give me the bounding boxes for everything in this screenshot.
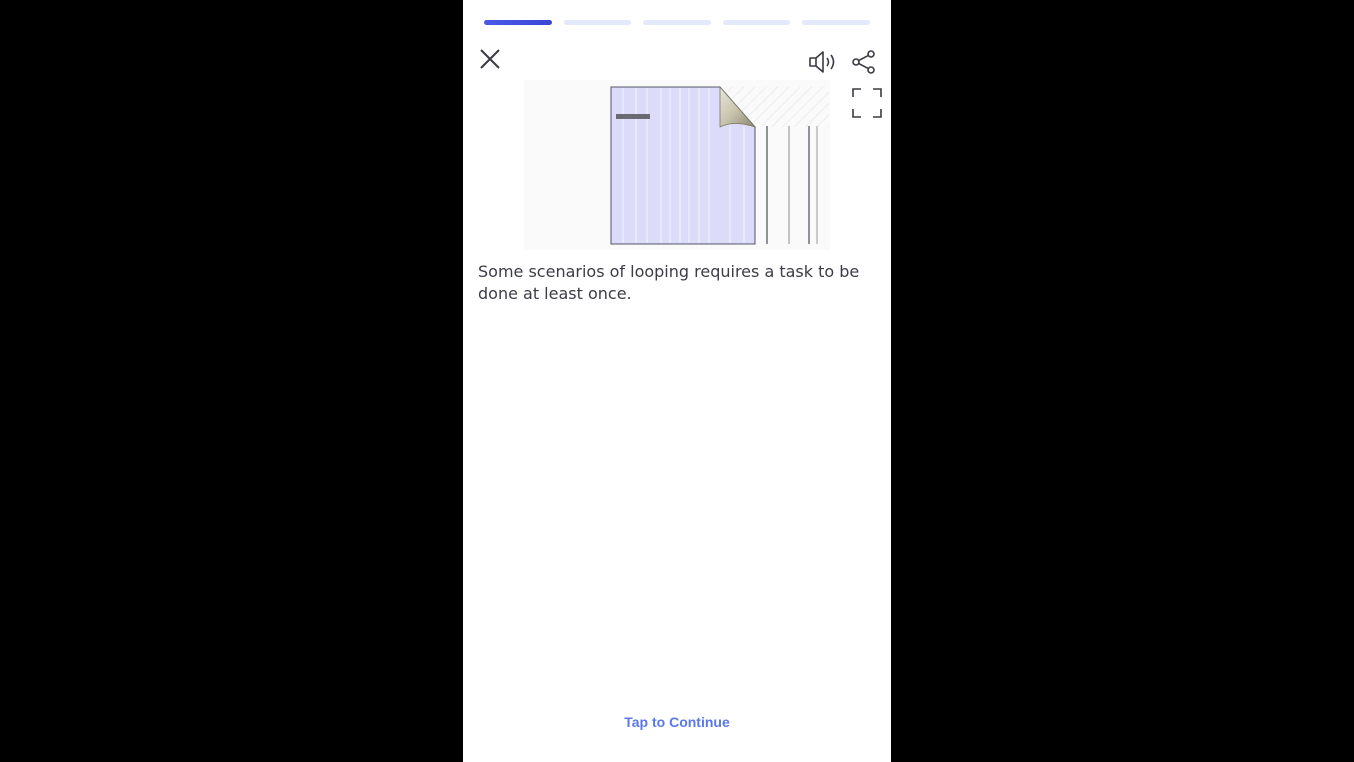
close-button[interactable] [477,46,503,72]
close-icon [480,49,500,69]
progress-segment [643,20,711,25]
progress-segment [484,20,552,25]
page-curl-illustration [610,85,829,245]
progress-segment [563,20,632,25]
share-icon [852,50,875,74]
share-button[interactable] [851,49,877,75]
tap-to-continue-button[interactable]: Tap to Continue [463,714,891,730]
fullscreen-icon [852,88,882,118]
progress-segment [802,20,870,25]
sound-button[interactable] [808,48,838,76]
lesson-illustration [524,80,830,250]
progress-segment [722,20,791,25]
speaker-icon [809,51,835,73]
lesson-caption: Some scenarios of looping requires a tas… [478,262,860,303]
lesson-screen: Some scenarios of looping requires a tas… [463,0,891,762]
progress-bar [484,20,870,27]
fullscreen-button[interactable] [851,87,883,119]
